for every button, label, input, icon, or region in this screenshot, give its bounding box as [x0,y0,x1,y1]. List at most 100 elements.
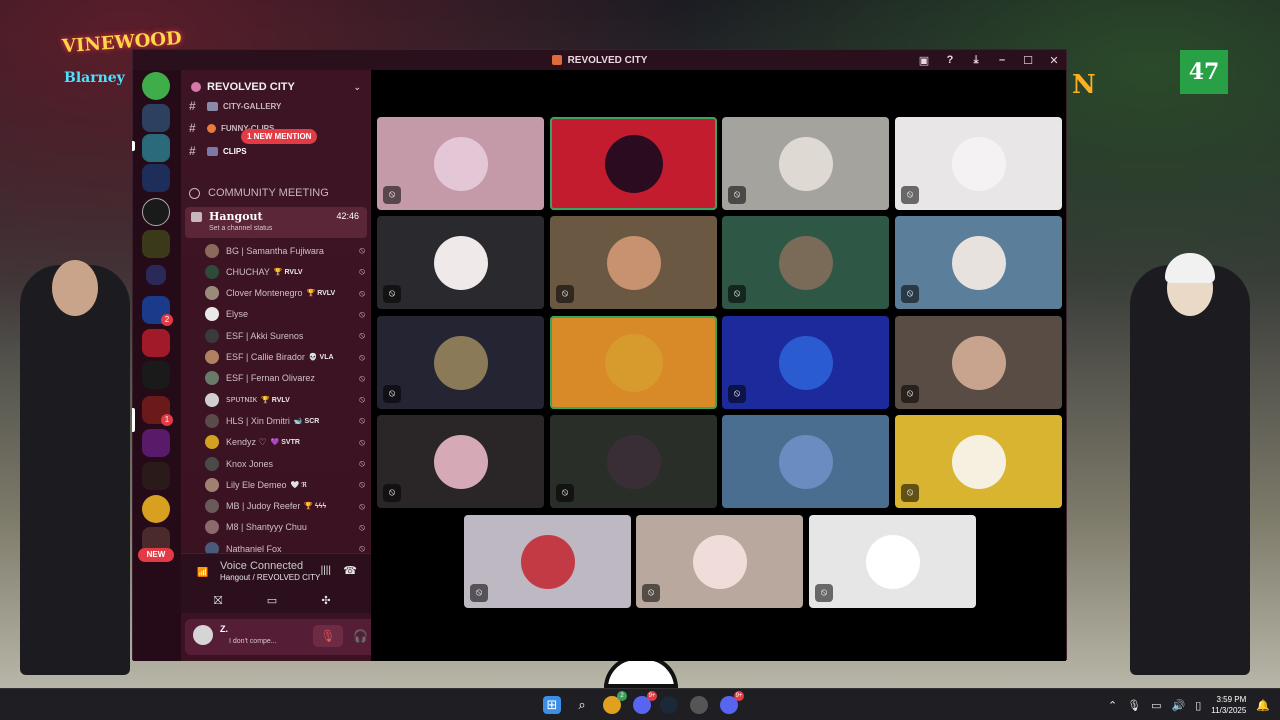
mic-muted-icon[interactable]: 🎙 [313,625,343,647]
server-name: REVOLVED CITY [207,81,295,93]
volume-icon[interactable]: 🔊 [1172,699,1186,712]
participant-tile[interactable] [550,316,717,409]
participant-tile[interactable]: ⦸ [636,515,803,608]
member-row[interactable]: CHUCHAY 🏆 RVLV ⦸ [205,262,365,281]
speaker-icon [191,212,202,222]
chrome-icon[interactable]: 2 [603,691,627,714]
battery-icon[interactable]: ▯ [1195,699,1201,712]
member-row[interactable]: MB | Judoy Reefer 🏆 ϟϟϟ ⦸ [205,497,365,516]
server-icon-5[interactable] [142,230,170,258]
download-icon[interactable]: ⤓ [970,54,982,67]
screen-share-icon[interactable]: ▭ [265,594,279,608]
network-icon[interactable]: ▭ [1151,699,1161,712]
server-icon-2[interactable] [142,134,170,162]
close-icon[interactable]: ✕ [1048,54,1060,67]
member-row[interactable]: Lily Ele Demeo 🤍 ℜ ⦸ [205,475,365,494]
disconnect-icon[interactable]: ☎ [343,564,357,577]
participant-tile[interactable]: ⦸ [377,216,544,309]
mic-icon[interactable]: 🎙 [1127,699,1141,712]
participant-tile[interactable]: ⦸ [377,316,544,409]
member-tag: 💀 VLA [308,354,334,361]
participant-tile[interactable] [722,415,889,508]
member-row[interactable]: M8 | Shantyyy Chuu ⦸ [205,518,365,537]
mute-icon: ⦸ [383,484,401,502]
minimize-icon[interactable]: – [996,54,1008,66]
participant-tile[interactable]: ⦸ [377,415,544,508]
server-icon-tgl-1[interactable]: 2 [142,296,173,326]
chevron-down-icon[interactable]: ⌄ [353,82,361,93]
app-icon[interactable] [690,696,708,714]
chevron-up-icon[interactable]: ⌃ [1108,699,1117,712]
participant-tile[interactable]: ⦸ [722,316,889,409]
search-icon[interactable]: ⌕ [573,696,591,714]
participant-tile[interactable] [550,117,717,210]
activities-icon[interactable]: ✣ [319,594,333,608]
server-icon-4[interactable] [142,198,170,226]
participant-tile[interactable]: ⦸ [809,515,976,608]
server-icon-3[interactable] [142,164,170,192]
avatar[interactable] [193,625,213,645]
mute-icon: ⦸ [359,394,365,405]
member-row[interactable]: ESF | Akki Surenos ⦸ [205,326,365,345]
camera-off-icon[interactable]: ⛝ [211,594,225,608]
inbox-icon[interactable]: ▣ [918,54,930,67]
clock[interactable]: 3:59 PM 11/3/2025 [1211,694,1246,716]
user-status[interactable]: I don't compe... [229,638,277,645]
server-icon-1[interactable] [142,104,170,132]
discord-ptb-icon[interactable]: 9+ [720,691,744,714]
avatar [205,477,219,492]
maximize-icon[interactable]: ☐ [1022,54,1034,67]
member-row[interactable]: ꜱᴘᴜᴛɴɪᴋ 🏆 RVLV ⦸ [205,390,365,409]
voice-connected-subtitle[interactable]: Hangout / REVOLVED CITY [220,573,320,582]
member-row[interactable]: Knox Jones ⦸ [205,454,365,473]
signal-icon[interactable]: 📶 [197,567,208,577]
server-icon-tgl-3[interactable] [142,361,170,389]
participant-tile[interactable]: ⦸ [895,415,1062,508]
participant-tile[interactable]: ⦸ [550,216,717,309]
channel-status-input[interactable]: Set a channel status [209,225,272,232]
channel-community-meeting[interactable]: COMMUNITY MEETING [189,183,329,203]
server-icon-revolved[interactable] [142,429,170,457]
participant-tile[interactable]: ⦸ [895,216,1062,309]
help-icon[interactable]: ? [944,54,956,66]
member-row[interactable]: ESF | Callie Birador 💀 VLA ⦸ [205,348,365,367]
windows-start-icon[interactable]: ⊞ [543,696,561,714]
direct-messages-icon[interactable] [142,72,170,100]
notifications-icon[interactable]: 🔔 [1256,699,1270,712]
member-row[interactable]: HLS | Xin Dmitri 🐋 SCR ⦸ [205,411,365,430]
participant-tile[interactable]: ⦸ [377,117,544,210]
server-icon-8[interactable] [142,495,170,523]
mute-icon: ⦸ [359,500,365,511]
avatar [433,235,488,290]
discord-icon[interactable]: 9+ [633,691,657,714]
participant-tile[interactable]: ⦸ [895,316,1062,409]
avatar [205,499,219,514]
voice-connected-title[interactable]: Voice Connected [220,560,303,572]
participant-tile[interactable]: ⦸ [895,117,1062,210]
voice-channel-hangout[interactable]: Hangout 42:46 Set a channel status [185,207,367,238]
channel-city-gallery[interactable]: # CITY-GALLERY [189,96,365,116]
user-name[interactable]: Z. [220,624,228,634]
participant-tile[interactable]: ⦸ [550,415,717,508]
mute-icon: ⦸ [901,385,919,403]
server-icon-6[interactable]: 1 [142,396,173,426]
new-badge[interactable]: NEW [138,548,174,562]
headphones-icon[interactable]: 🎧 [353,629,368,643]
folder-icon[interactable] [146,265,166,285]
member-row[interactable]: ESF | Fernan Olivarez ⦸ [205,369,365,388]
participant-tile[interactable]: ⦸ [722,216,889,309]
member-row[interactable]: BG | Samantha Fujiwara ⦸ [205,241,365,260]
participant-tile[interactable]: ⦸ [722,117,889,210]
server-icon-7[interactable] [142,462,170,490]
server-icon-tgl-2[interactable] [142,329,170,357]
steam-icon[interactable] [660,696,678,714]
noise-suppression-icon[interactable]: |||| [321,565,331,576]
member-row[interactable]: Elyse ⦸ [205,305,365,324]
mute-icon: ⦸ [359,287,365,298]
participant-tile[interactable]: ⦸ [464,515,631,608]
avatar [205,307,219,322]
channel-clips[interactable]: # CLIPS [189,141,365,161]
avatar [205,435,219,450]
member-row[interactable]: Kendyz ♡ 💜 SVTR ⦸ [205,433,365,452]
member-row[interactable]: Clover Montenegro 🏆 RVLV ⦸ [205,284,365,303]
